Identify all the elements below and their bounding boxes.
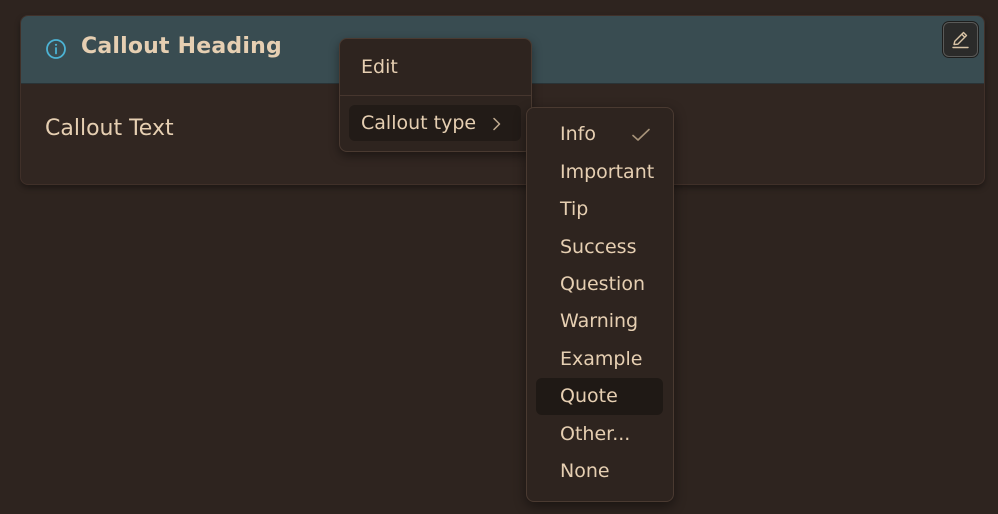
edit-callout-button[interactable] bbox=[943, 22, 978, 57]
menu-item-label: Callout type bbox=[361, 112, 477, 134]
menu-item-callout-type[interactable]: Callout type bbox=[349, 105, 521, 141]
page: Callout Heading Callout Text Edit Callou… bbox=[0, 0, 998, 514]
menu-divider bbox=[340, 95, 531, 96]
submenu-item-label: Success bbox=[560, 236, 637, 258]
submenu-item-tip[interactable]: Tip bbox=[536, 191, 663, 228]
check-icon bbox=[632, 128, 650, 141]
callout-type-submenu: Info Important Tip Success Question Warn… bbox=[526, 107, 674, 502]
submenu-item-label: Example bbox=[560, 348, 643, 370]
submenu-item-warning[interactable]: Warning bbox=[536, 303, 663, 340]
menu-item-edit[interactable]: Edit bbox=[349, 49, 521, 85]
submenu-item-label: Tip bbox=[560, 198, 589, 220]
submenu-item-info[interactable]: Info bbox=[536, 116, 663, 153]
submenu-item-label: Important bbox=[560, 161, 655, 183]
submenu-item-question[interactable]: Question bbox=[536, 266, 663, 303]
submenu-item-quote[interactable]: Quote bbox=[536, 378, 663, 415]
chevron-right-icon bbox=[493, 117, 501, 131]
submenu-item-label: Warning bbox=[560, 310, 639, 332]
context-menu: Edit Callout type bbox=[339, 38, 532, 152]
callout-heading[interactable]: Callout Heading bbox=[81, 34, 282, 59]
submenu-item-label: Other... bbox=[560, 423, 631, 445]
submenu-item-label: Question bbox=[560, 273, 645, 295]
submenu-item-example[interactable]: Example bbox=[536, 341, 663, 378]
submenu-item-other[interactable]: Other... bbox=[536, 416, 663, 453]
submenu-item-none[interactable]: None bbox=[536, 453, 663, 490]
submenu-item-label: Quote bbox=[560, 385, 618, 407]
callout-text[interactable]: Callout Text bbox=[45, 116, 174, 141]
submenu-item-important[interactable]: Important bbox=[536, 154, 663, 191]
submenu-item-label: None bbox=[560, 460, 610, 482]
pencil-edit-icon bbox=[952, 31, 969, 49]
info-circle-icon bbox=[45, 38, 67, 60]
submenu-item-success[interactable]: Success bbox=[536, 229, 663, 266]
submenu-item-label: Info bbox=[560, 123, 596, 145]
menu-item-label: Edit bbox=[361, 56, 398, 78]
